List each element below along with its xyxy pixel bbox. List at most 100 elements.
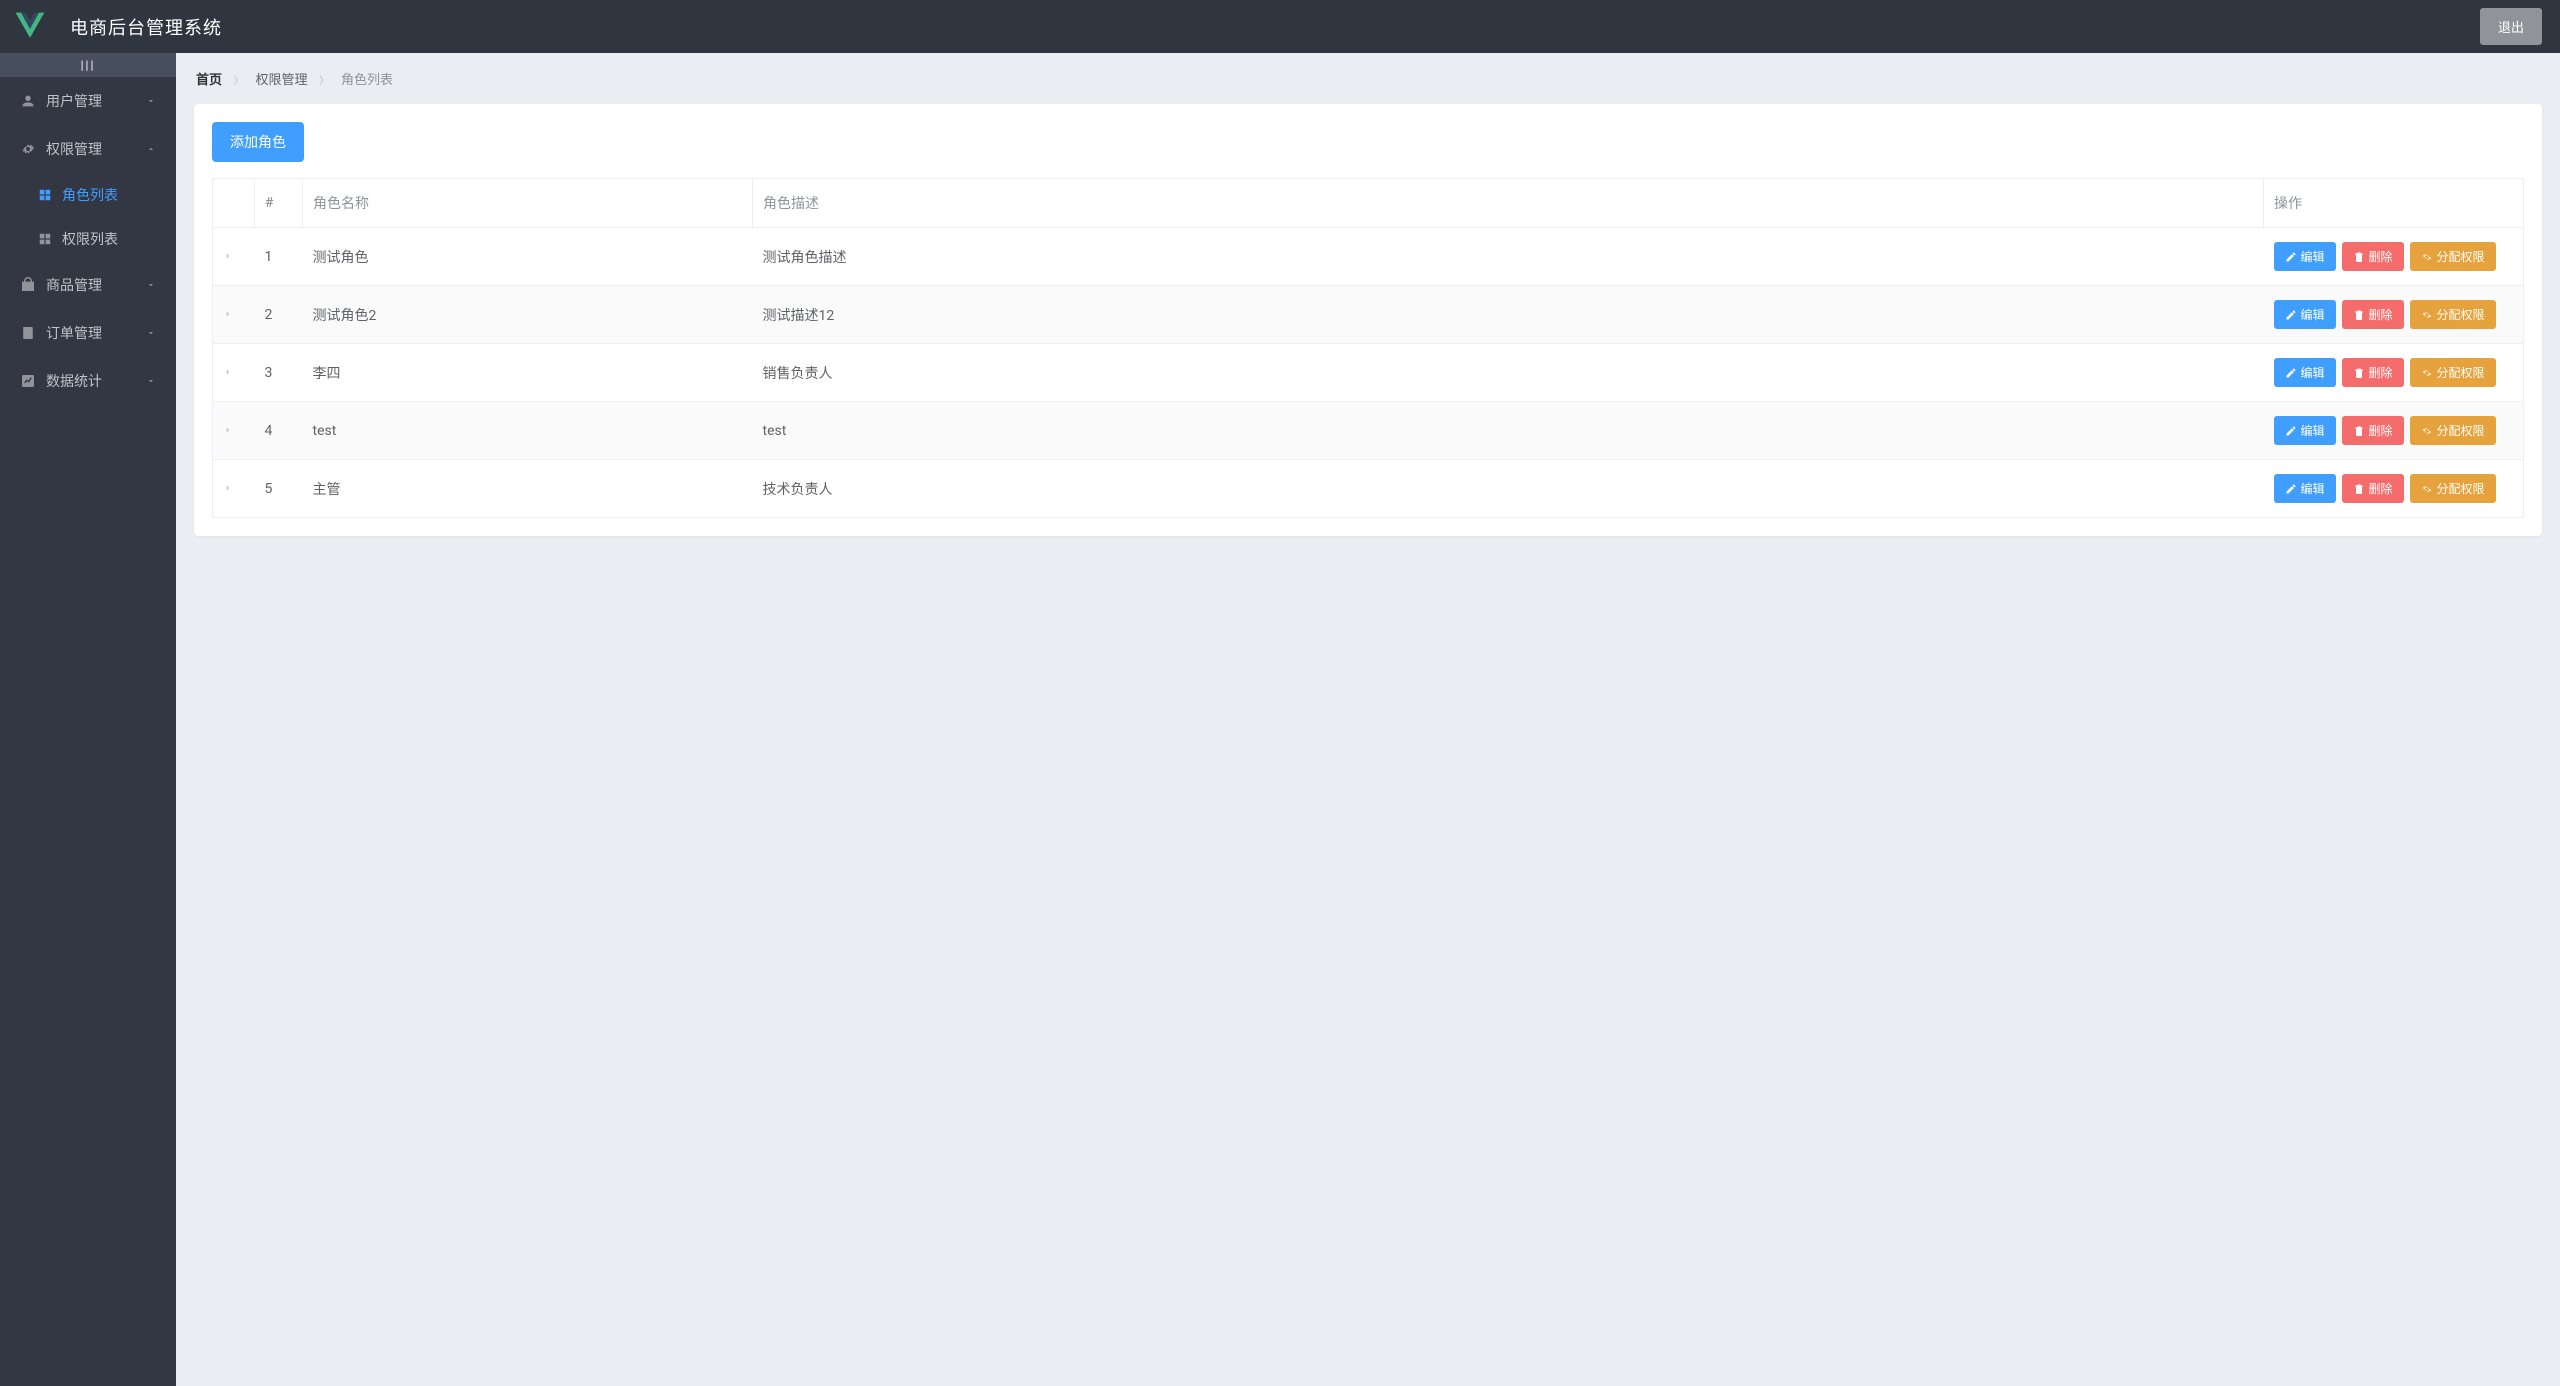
table-header-desc: 角色描述 — [753, 179, 2264, 228]
sidebar: ||| 用户管理 权限管理 角色列表 — [0, 53, 176, 1386]
assign-button[interactable]: 分配权限 — [2410, 242, 2496, 271]
sidebar-item-stats[interactable]: 数据统计 — [0, 357, 176, 405]
cell-actions: 编辑删除分配权限 — [2264, 228, 2524, 286]
edit-button[interactable]: 编辑 — [2274, 358, 2336, 387]
edit-button[interactable]: 编辑 — [2274, 416, 2336, 445]
trash-icon — [2353, 309, 2365, 321]
settings-icon — [2421, 425, 2433, 437]
settings-icon — [2421, 367, 2433, 379]
expand-row-icon[interactable] — [223, 309, 233, 319]
assign-button[interactable]: 分配权限 — [2410, 300, 2496, 329]
table-header-name: 角色名称 — [303, 179, 753, 228]
table-row: 1测试角色测试角色描述编辑删除分配权限 — [213, 228, 2524, 286]
expand-row-icon[interactable] — [223, 367, 233, 377]
assign-button[interactable]: 分配权限 — [2410, 416, 2496, 445]
cell-actions: 编辑删除分配权限 — [2264, 402, 2524, 460]
edit-icon — [2285, 251, 2297, 263]
chevron-down-icon — [146, 376, 156, 386]
sidebar-subitem-label: 角色列表 — [62, 185, 118, 205]
cell-index: 5 — [255, 460, 303, 518]
expand-row-icon[interactable] — [223, 251, 233, 261]
delete-button[interactable]: 删除 — [2342, 474, 2404, 503]
app-header: 电商后台管理系统 退出 — [0, 0, 2560, 53]
breadcrumb-separator: 〉 — [233, 74, 244, 87]
logout-button[interactable]: 退出 — [2480, 8, 2542, 45]
roles-table: # 角色名称 角色描述 操作 1测试角色测试角色描述编辑删除分配权限2测试角色2… — [212, 178, 2524, 518]
cell-actions: 编辑删除分配权限 — [2264, 460, 2524, 518]
chart-icon — [20, 373, 36, 389]
cell-actions: 编辑删除分配权限 — [2264, 286, 2524, 344]
edit-button[interactable]: 编辑 — [2274, 242, 2336, 271]
delete-button[interactable]: 删除 — [2342, 300, 2404, 329]
cell-name: 测试角色2 — [303, 286, 753, 344]
table-header-expand — [213, 179, 255, 228]
sidebar-item-orders[interactable]: 订单管理 — [0, 309, 176, 357]
settings-icon — [2421, 309, 2433, 321]
breadcrumb-mid: 权限管理 — [255, 73, 307, 88]
edit-icon — [2285, 425, 2297, 437]
breadcrumb-separator: 〉 — [319, 74, 330, 87]
sidebar-item-users[interactable]: 用户管理 — [0, 77, 176, 125]
add-role-button[interactable]: 添加角色 — [212, 122, 304, 162]
delete-button[interactable]: 删除 — [2342, 358, 2404, 387]
edit-icon — [2285, 309, 2297, 321]
cell-desc: 销售负责人 — [753, 344, 2264, 402]
sidebar-item-goods[interactable]: 商品管理 — [0, 261, 176, 309]
cell-desc: test — [753, 402, 2264, 460]
assign-button[interactable]: 分配权限 — [2410, 358, 2496, 387]
breadcrumb-home[interactable]: 首页 — [196, 73, 222, 88]
chevron-down-icon — [146, 328, 156, 338]
vue-logo-icon — [12, 9, 48, 45]
edit-icon — [2285, 483, 2297, 495]
cell-name: test — [303, 402, 753, 460]
table-row: 5主管技术负责人编辑删除分配权限 — [213, 460, 2524, 518]
user-icon — [20, 93, 36, 109]
gear-icon — [20, 141, 36, 157]
settings-icon — [2421, 483, 2433, 495]
breadcrumb-current: 角色列表 — [341, 73, 393, 88]
sidebar-subitem-roles[interactable]: 角色列表 — [0, 173, 176, 217]
main-content: 首页 〉 权限管理 〉 角色列表 添加角色 # 角色名称 角色描述 操作 1测试… — [176, 53, 2560, 1386]
trash-icon — [2353, 483, 2365, 495]
chevron-up-icon — [146, 144, 156, 154]
app-logo — [0, 0, 60, 53]
sidebar-subitem-perms[interactable]: 权限列表 — [0, 217, 176, 261]
table-row: 4testtest编辑删除分配权限 — [213, 402, 2524, 460]
document-icon — [20, 325, 36, 341]
expand-row-icon[interactable] — [223, 483, 233, 493]
edit-button[interactable]: 编辑 — [2274, 300, 2336, 329]
table-header-index: # — [255, 179, 303, 228]
delete-button[interactable]: 删除 — [2342, 242, 2404, 271]
settings-icon — [2421, 251, 2433, 263]
expand-row-icon[interactable] — [223, 425, 233, 435]
cell-index: 3 — [255, 344, 303, 402]
table-row: 2测试角色2测试描述12编辑删除分配权限 — [213, 286, 2524, 344]
header-left: 电商后台管理系统 — [0, 0, 222, 53]
trash-icon — [2353, 251, 2365, 263]
sidebar-item-label: 数据统计 — [46, 371, 146, 391]
sidebar-item-label: 用户管理 — [46, 91, 146, 111]
cell-desc: 测试角色描述 — [753, 228, 2264, 286]
cell-desc: 测试描述12 — [753, 286, 2264, 344]
sidebar-item-label: 订单管理 — [46, 323, 146, 343]
delete-button[interactable]: 删除 — [2342, 416, 2404, 445]
edit-icon — [2285, 367, 2297, 379]
chevron-down-icon — [146, 280, 156, 290]
grid-icon — [38, 188, 52, 202]
trash-icon — [2353, 425, 2365, 437]
sidebar-collapse-toggle[interactable]: ||| — [0, 53, 176, 77]
table-header-ops: 操作 — [2264, 179, 2524, 228]
content-card: 添加角色 # 角色名称 角色描述 操作 1测试角色测试角色描述编辑删除分配权限2… — [194, 104, 2542, 536]
sidebar-item-rights[interactable]: 权限管理 — [0, 125, 176, 173]
breadcrumb: 首页 〉 权限管理 〉 角色列表 — [176, 53, 2560, 104]
edit-button[interactable]: 编辑 — [2274, 474, 2336, 503]
cell-name: 李四 — [303, 344, 753, 402]
cell-index: 2 — [255, 286, 303, 344]
assign-button[interactable]: 分配权限 — [2410, 474, 2496, 503]
trash-icon — [2353, 367, 2365, 379]
chevron-down-icon — [146, 96, 156, 106]
table-row: 3李四销售负责人编辑删除分配权限 — [213, 344, 2524, 402]
cell-desc: 技术负责人 — [753, 460, 2264, 518]
sidebar-subitem-label: 权限列表 — [62, 229, 118, 249]
bag-icon — [20, 277, 36, 293]
